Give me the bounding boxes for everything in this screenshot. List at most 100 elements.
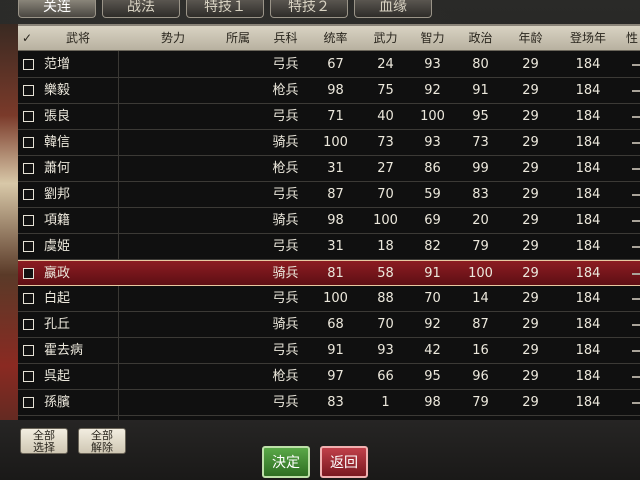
table-row[interactable]: 蕭何 枪兵 31 27 86 99 29 184 [18, 156, 640, 182]
header-name[interactable]: 武将 [48, 26, 108, 50]
row-checkbox[interactable] [23, 137, 34, 148]
back-button[interactable]: 返回 [320, 446, 368, 478]
row-checkbox[interactable] [23, 345, 34, 356]
cell-war: 70 [377, 187, 394, 202]
table-row[interactable]: 劉邦 弓兵 87 70 59 83 29 184 [18, 182, 640, 208]
cell-pol: 99 [472, 161, 489, 176]
officer-table: ✓ 武将 势力 所属 兵科 统率 武力 智力 政治 年龄 登场年 性 范增 弓兵 6… [18, 24, 640, 422]
row-checkbox[interactable] [23, 293, 34, 304]
table-row[interactable]: 嬴政 骑兵 81 58 91 100 29 184 [18, 260, 640, 286]
cell-war: 70 [377, 317, 394, 332]
header-affiliation[interactable]: 所属 [213, 26, 263, 50]
row-checkbox[interactable] [23, 111, 34, 122]
cell-war: 58 [377, 266, 394, 281]
tab-bloodline[interactable]: 血缘 [354, 0, 432, 18]
gender-marker [632, 64, 640, 66]
bottom-bar: 全部 选择 全部 解除 決定 返回 [0, 420, 640, 480]
cell-name: 樂毅 [44, 83, 71, 98]
table-row[interactable]: 呉起 枪兵 97 66 95 96 29 184 [18, 364, 640, 390]
cell-debut: 184 [575, 161, 601, 176]
tab-tactics[interactable]: 战法 [102, 0, 180, 18]
table-row[interactable]: 張良 弓兵 71 40 100 95 29 184 [18, 104, 640, 130]
gender-marker [632, 116, 640, 118]
gender-marker [632, 298, 640, 300]
cell-pol: 96 [472, 369, 489, 384]
header-age[interactable]: 年龄 [508, 26, 553, 50]
row-checkbox[interactable] [23, 163, 34, 174]
row-checkbox[interactable] [23, 371, 34, 382]
cell-unit: 骑兵 [272, 317, 299, 332]
cell-debut: 184 [575, 369, 601, 384]
cell-int: 86 [424, 161, 441, 176]
cell-war: 66 [377, 369, 394, 384]
row-checkbox[interactable] [23, 241, 34, 252]
cell-name: 霍去病 [44, 343, 84, 358]
cell-name: 呉起 [44, 369, 71, 384]
header-unit[interactable]: 兵科 [263, 26, 308, 50]
row-checkbox[interactable] [23, 189, 34, 200]
row-checkbox[interactable] [23, 268, 34, 279]
cell-pol: 79 [472, 395, 489, 410]
cell-age: 29 [522, 83, 539, 98]
table-row[interactable]: 項籍 骑兵 98 100 69 20 29 184 [18, 208, 640, 234]
table-row[interactable]: 白起 弓兵 100 88 70 14 29 184 [18, 286, 640, 312]
cell-age: 29 [522, 135, 539, 150]
cell-debut: 184 [575, 109, 601, 124]
gender-marker [632, 402, 640, 404]
cell-debut: 184 [575, 266, 601, 281]
row-checkbox[interactable] [23, 215, 34, 226]
header-pol[interactable]: 政治 [458, 26, 503, 50]
table-row[interactable]: 孔丘 骑兵 68 70 92 87 29 184 [18, 312, 640, 338]
row-checkbox[interactable] [23, 397, 34, 408]
header-force[interactable]: 势力 [148, 26, 198, 50]
cell-debut: 184 [575, 135, 601, 150]
row-checkbox[interactable] [23, 319, 34, 330]
cell-lead: 98 [327, 83, 344, 98]
row-checkbox[interactable] [23, 59, 34, 70]
cell-age: 29 [522, 161, 539, 176]
row-checkbox[interactable] [23, 85, 34, 96]
table-row[interactable]: 范增 弓兵 67 24 93 80 29 184 [18, 52, 640, 78]
table-row[interactable]: 韓信 骑兵 100 73 93 73 29 184 [18, 130, 640, 156]
header-check[interactable]: ✓ [18, 26, 36, 50]
cell-pol: 91 [472, 83, 489, 98]
cell-lead: 31 [327, 161, 344, 176]
cell-war: 100 [373, 213, 398, 228]
header-lead[interactable]: 统率 [313, 26, 358, 50]
cell-lead: 67 [327, 57, 344, 72]
cell-int: 42 [424, 343, 441, 358]
table-row[interactable]: 霍去病 弓兵 91 93 42 16 29 184 [18, 338, 640, 364]
header-debut[interactable]: 登场年 [558, 26, 618, 50]
cell-debut: 184 [575, 83, 601, 98]
select-all-button[interactable]: 全部 选择 [20, 428, 68, 454]
tab-skill-1[interactable]: 特技１ [186, 0, 264, 18]
cell-war: 93 [377, 343, 394, 358]
cell-lead: 98 [327, 213, 344, 228]
deselect-all-button[interactable]: 全部 解除 [78, 428, 126, 454]
header-gender[interactable]: 性 [624, 26, 640, 50]
table-row[interactable]: 孫臏 弓兵 83 1 98 79 29 184 [18, 390, 640, 416]
cell-lead: 91 [327, 343, 344, 358]
table-row[interactable]: 虞姫 弓兵 31 18 82 79 29 184 [18, 234, 640, 260]
cell-unit: 弓兵 [272, 395, 299, 410]
cell-pol: 16 [472, 343, 489, 358]
cell-lead: 31 [327, 239, 344, 254]
cell-int: 93 [424, 135, 441, 150]
gender-marker [632, 90, 640, 92]
cell-debut: 184 [575, 57, 601, 72]
cell-pol: 14 [472, 291, 489, 306]
cell-lead: 71 [327, 109, 344, 124]
gender-marker [632, 324, 640, 326]
tab-skill-2[interactable]: 特技２ [270, 0, 348, 18]
cell-pol: 80 [472, 57, 489, 72]
header-int[interactable]: 智力 [410, 26, 455, 50]
cell-debut: 184 [575, 239, 601, 254]
table-row[interactable]: 樂毅 枪兵 98 75 92 91 29 184 [18, 78, 640, 104]
cell-int: 93 [424, 57, 441, 72]
confirm-button[interactable]: 決定 [262, 446, 310, 478]
cell-age: 29 [522, 291, 539, 306]
tab-relations[interactable]: 关连 [18, 0, 96, 18]
header-war[interactable]: 武力 [363, 26, 408, 50]
cell-age: 29 [522, 317, 539, 332]
deselect-all-label-2: 解除 [91, 441, 113, 454]
